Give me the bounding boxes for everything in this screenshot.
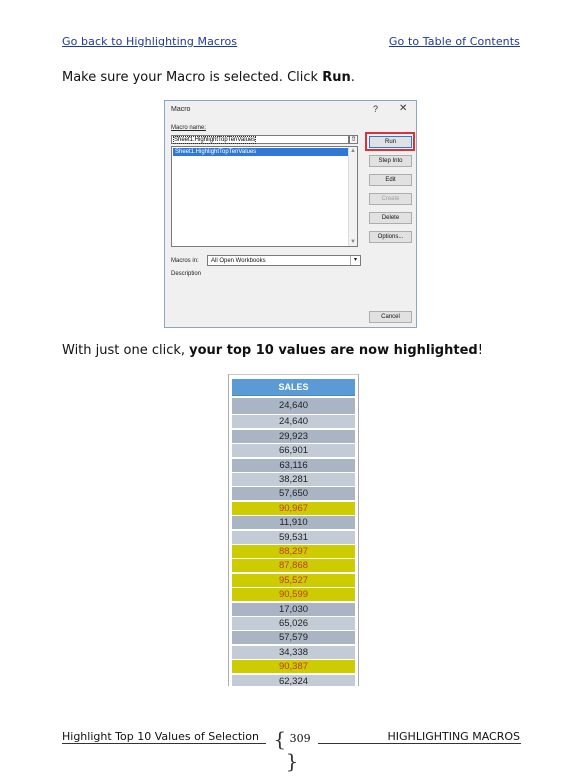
- sheet-edge: [229, 374, 358, 378]
- result-paragraph: With just one click, your top 10 values …: [62, 343, 483, 358]
- edit-button[interactable]: Edit: [369, 174, 412, 186]
- sales-cell[interactable]: 95,527: [232, 573, 355, 587]
- sales-cell[interactable]: 63,116: [232, 458, 355, 472]
- macros-in-select[interactable]: All Open Workbooks ▾: [207, 255, 361, 266]
- footer-title: Highlight Top 10 Values of Selection: [62, 730, 259, 743]
- sales-cell[interactable]: 66,901: [232, 444, 355, 458]
- help-icon[interactable]: ?: [373, 104, 378, 114]
- create-button[interactable]: Create: [369, 193, 412, 205]
- instruction-text: Make sure your Macro is selected. Click: [62, 70, 323, 85]
- macro-name-label: Macro name:: [171, 125, 207, 131]
- upload-arrow-icon[interactable]: ⇧: [349, 135, 358, 144]
- sales-cell[interactable]: 65,026: [232, 617, 355, 630]
- result-end: !: [477, 343, 483, 358]
- table-of-contents-link[interactable]: Go to Table of Contents: [389, 35, 520, 48]
- options-button[interactable]: Options...: [369, 231, 412, 243]
- scrollbar[interactable]: ▲ ▼: [348, 147, 357, 246]
- scroll-up-icon[interactable]: ▲: [350, 148, 356, 154]
- sales-cell[interactable]: 57,579: [232, 631, 355, 645]
- page-number-value: 309: [289, 732, 311, 745]
- sales-cell[interactable]: 24,640: [232, 415, 355, 429]
- back-link[interactable]: Go back to Highlighting Macros: [62, 35, 237, 48]
- sales-header: SALES: [232, 379, 355, 396]
- sales-cell[interactable]: 59,531: [232, 530, 355, 544]
- footer-rule: [318, 743, 521, 744]
- page-number: { 309 }: [273, 727, 311, 773]
- instruction-bold: Run: [322, 70, 351, 85]
- instruction-end: .: [350, 70, 355, 85]
- macros-in-value: All Open Workbooks: [211, 258, 266, 264]
- sales-column: SALES 24,640 24,640 29,923 66,901 63,116 38,2…: [228, 374, 359, 686]
- scroll-down-icon[interactable]: ▼: [350, 239, 356, 245]
- macros-in-label: Macros in:: [171, 258, 199, 264]
- sales-cell[interactable]: 90,967: [232, 501, 355, 515]
- run-button[interactable]: Run: [369, 136, 412, 148]
- list-item[interactable]: Sheet1.HighlightTopTenValues: [173, 148, 349, 156]
- macro-dialog: Macro ? ✕ Macro name: Sheet1.HighlightTo…: [164, 100, 417, 328]
- result-text: With just one click,: [62, 343, 190, 358]
- macro-name-input[interactable]: Sheet1.HighlightTopTenValues: [171, 135, 349, 144]
- sales-cell[interactable]: 24,640: [232, 398, 355, 414]
- description-label: Description: [171, 271, 202, 277]
- sales-cell[interactable]: 38,281: [232, 473, 355, 486]
- sales-cell[interactable]: 29,923: [232, 429, 355, 443]
- sales-cell[interactable]: 57,650: [232, 487, 355, 501]
- sales-cell[interactable]: 88,297: [232, 545, 355, 558]
- footer-rule: [62, 743, 266, 744]
- chevron-down-icon[interactable]: ▾: [350, 256, 360, 265]
- sales-cell[interactable]: 62,324: [232, 674, 355, 686]
- dialog-title: Macro: [171, 106, 191, 113]
- cancel-button[interactable]: Cancel: [369, 311, 412, 323]
- sales-cell[interactable]: 11,910: [232, 516, 355, 530]
- sales-cell[interactable]: 17,030: [232, 602, 355, 616]
- macro-name-value: Sheet1.HighlightTopTenValues: [172, 136, 257, 144]
- instruction-paragraph: Make sure your Macro is selected. Click …: [62, 70, 355, 85]
- delete-button[interactable]: Delete: [369, 212, 412, 224]
- sales-cell[interactable]: 87,868: [232, 559, 355, 573]
- macro-list[interactable]: Sheet1.HighlightTopTenValues ▲ ▼: [171, 146, 358, 247]
- result-bold: your top 10 values are now highlighted: [189, 343, 478, 358]
- sales-cell[interactable]: 34,338: [232, 645, 355, 659]
- sales-cell[interactable]: 90,599: [232, 588, 355, 602]
- footer-chapter: HIGHLIGHTING MACROS: [387, 730, 520, 743]
- sales-cell[interactable]: 90,387: [232, 660, 355, 674]
- close-icon[interactable]: ✕: [399, 103, 407, 114]
- step-into-button[interactable]: Step Into: [369, 155, 412, 167]
